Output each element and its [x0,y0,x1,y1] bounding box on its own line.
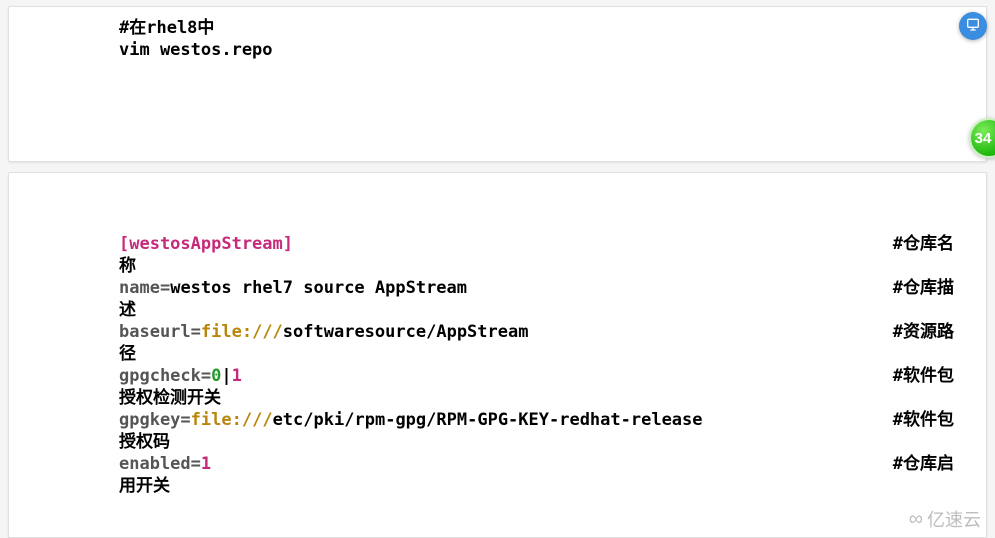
watermark: ∞ 亿速云 [909,506,981,532]
code-wrap: 授权码 [119,431,958,453]
code-wrap: 授权检测开关 [119,387,958,409]
code-left: gpgcheck=0|1 [119,365,242,387]
path-seg: rpm-gpg [355,410,427,430]
assist-icon [965,16,981,36]
code-sheet-1: #在rhel8中 vim westos.repo [8,6,987,162]
code-row: name=westos rhel7 source AppStream #仓库描 [119,277,958,299]
pipe: | [221,366,231,386]
path-seg: pki [314,410,345,430]
code-comment: #软件包 [893,409,958,431]
code-wrap: 径 [119,343,958,365]
num-one: 1 [201,454,211,474]
code-left: enabled=1 [119,453,211,475]
prop-key: enabled [119,454,191,474]
prop-key: baseurl [119,322,191,342]
code-sheet-2: [westosAppStream] #仓库名 称 name=westos rhe… [8,172,987,538]
url-scheme: file:/// [201,322,283,342]
prop-value: westos rhel7 source AppStream [170,278,467,298]
code-line: #在rhel8中 [119,17,958,39]
path-seg: etc [273,410,304,430]
equals: = [191,322,201,342]
code-row: gpgcheck=0|1 #软件包 [119,365,958,387]
code-wrap: 述 [119,299,958,321]
code-row: baseurl=file:///softwaresource/AppStream… [119,321,958,343]
code-row: gpgkey=file:///etc/pki/rpm-gpg/RPM-GPG-K… [119,409,958,431]
code-comment: #资源路 [893,321,958,343]
code-comment: #仓库名 [893,233,958,255]
code-comment: #软件包 [893,365,958,387]
section-header: [westosAppStream] [119,234,293,254]
code-comment: #仓库启 [893,453,958,475]
equals: = [191,454,201,474]
num-zero: 0 [211,366,221,386]
watermark-text: 亿速云 [927,506,981,532]
slash: / [344,410,354,430]
prop-key: gpgkey [119,410,180,430]
code-comment: #仓库描 [893,277,958,299]
code-row: enabled=1 #仓库启 [119,453,958,475]
code-row: [westosAppStream] #仓库名 [119,233,958,255]
assist-button[interactable] [959,12,987,40]
path-seg: AppStream [436,322,528,342]
code-wrap: 称 [119,255,958,277]
slash: / [426,410,436,430]
code-left: baseurl=file:///softwaresource/AppStream [119,321,528,343]
score-badge-text: 34 [975,130,992,147]
code-left: gpgkey=file:///etc/pki/rpm-gpg/RPM-GPG-K… [119,409,703,431]
code-wrap: 用开关 [119,475,958,497]
equals: = [160,278,170,298]
path-seg: softwaresource [283,322,426,342]
equals: = [201,366,211,386]
equals: = [180,410,190,430]
prop-key: gpgcheck [119,366,201,386]
code-left: [westosAppStream] [119,233,293,255]
code-left: name=westos rhel7 source AppStream [119,277,467,299]
infinity-icon: ∞ [909,509,923,529]
code-line: vim westos.repo [119,39,958,61]
page-stack: #在rhel8中 vim westos.repo [westosAppStrea… [0,0,995,538]
slash: / [426,322,436,342]
url-scheme: file:/// [191,410,273,430]
path-seg: RPM-GPG-KEY-redhat-release [436,410,702,430]
prop-key: name [119,278,160,298]
slash: / [303,410,313,430]
num-one: 1 [232,366,242,386]
